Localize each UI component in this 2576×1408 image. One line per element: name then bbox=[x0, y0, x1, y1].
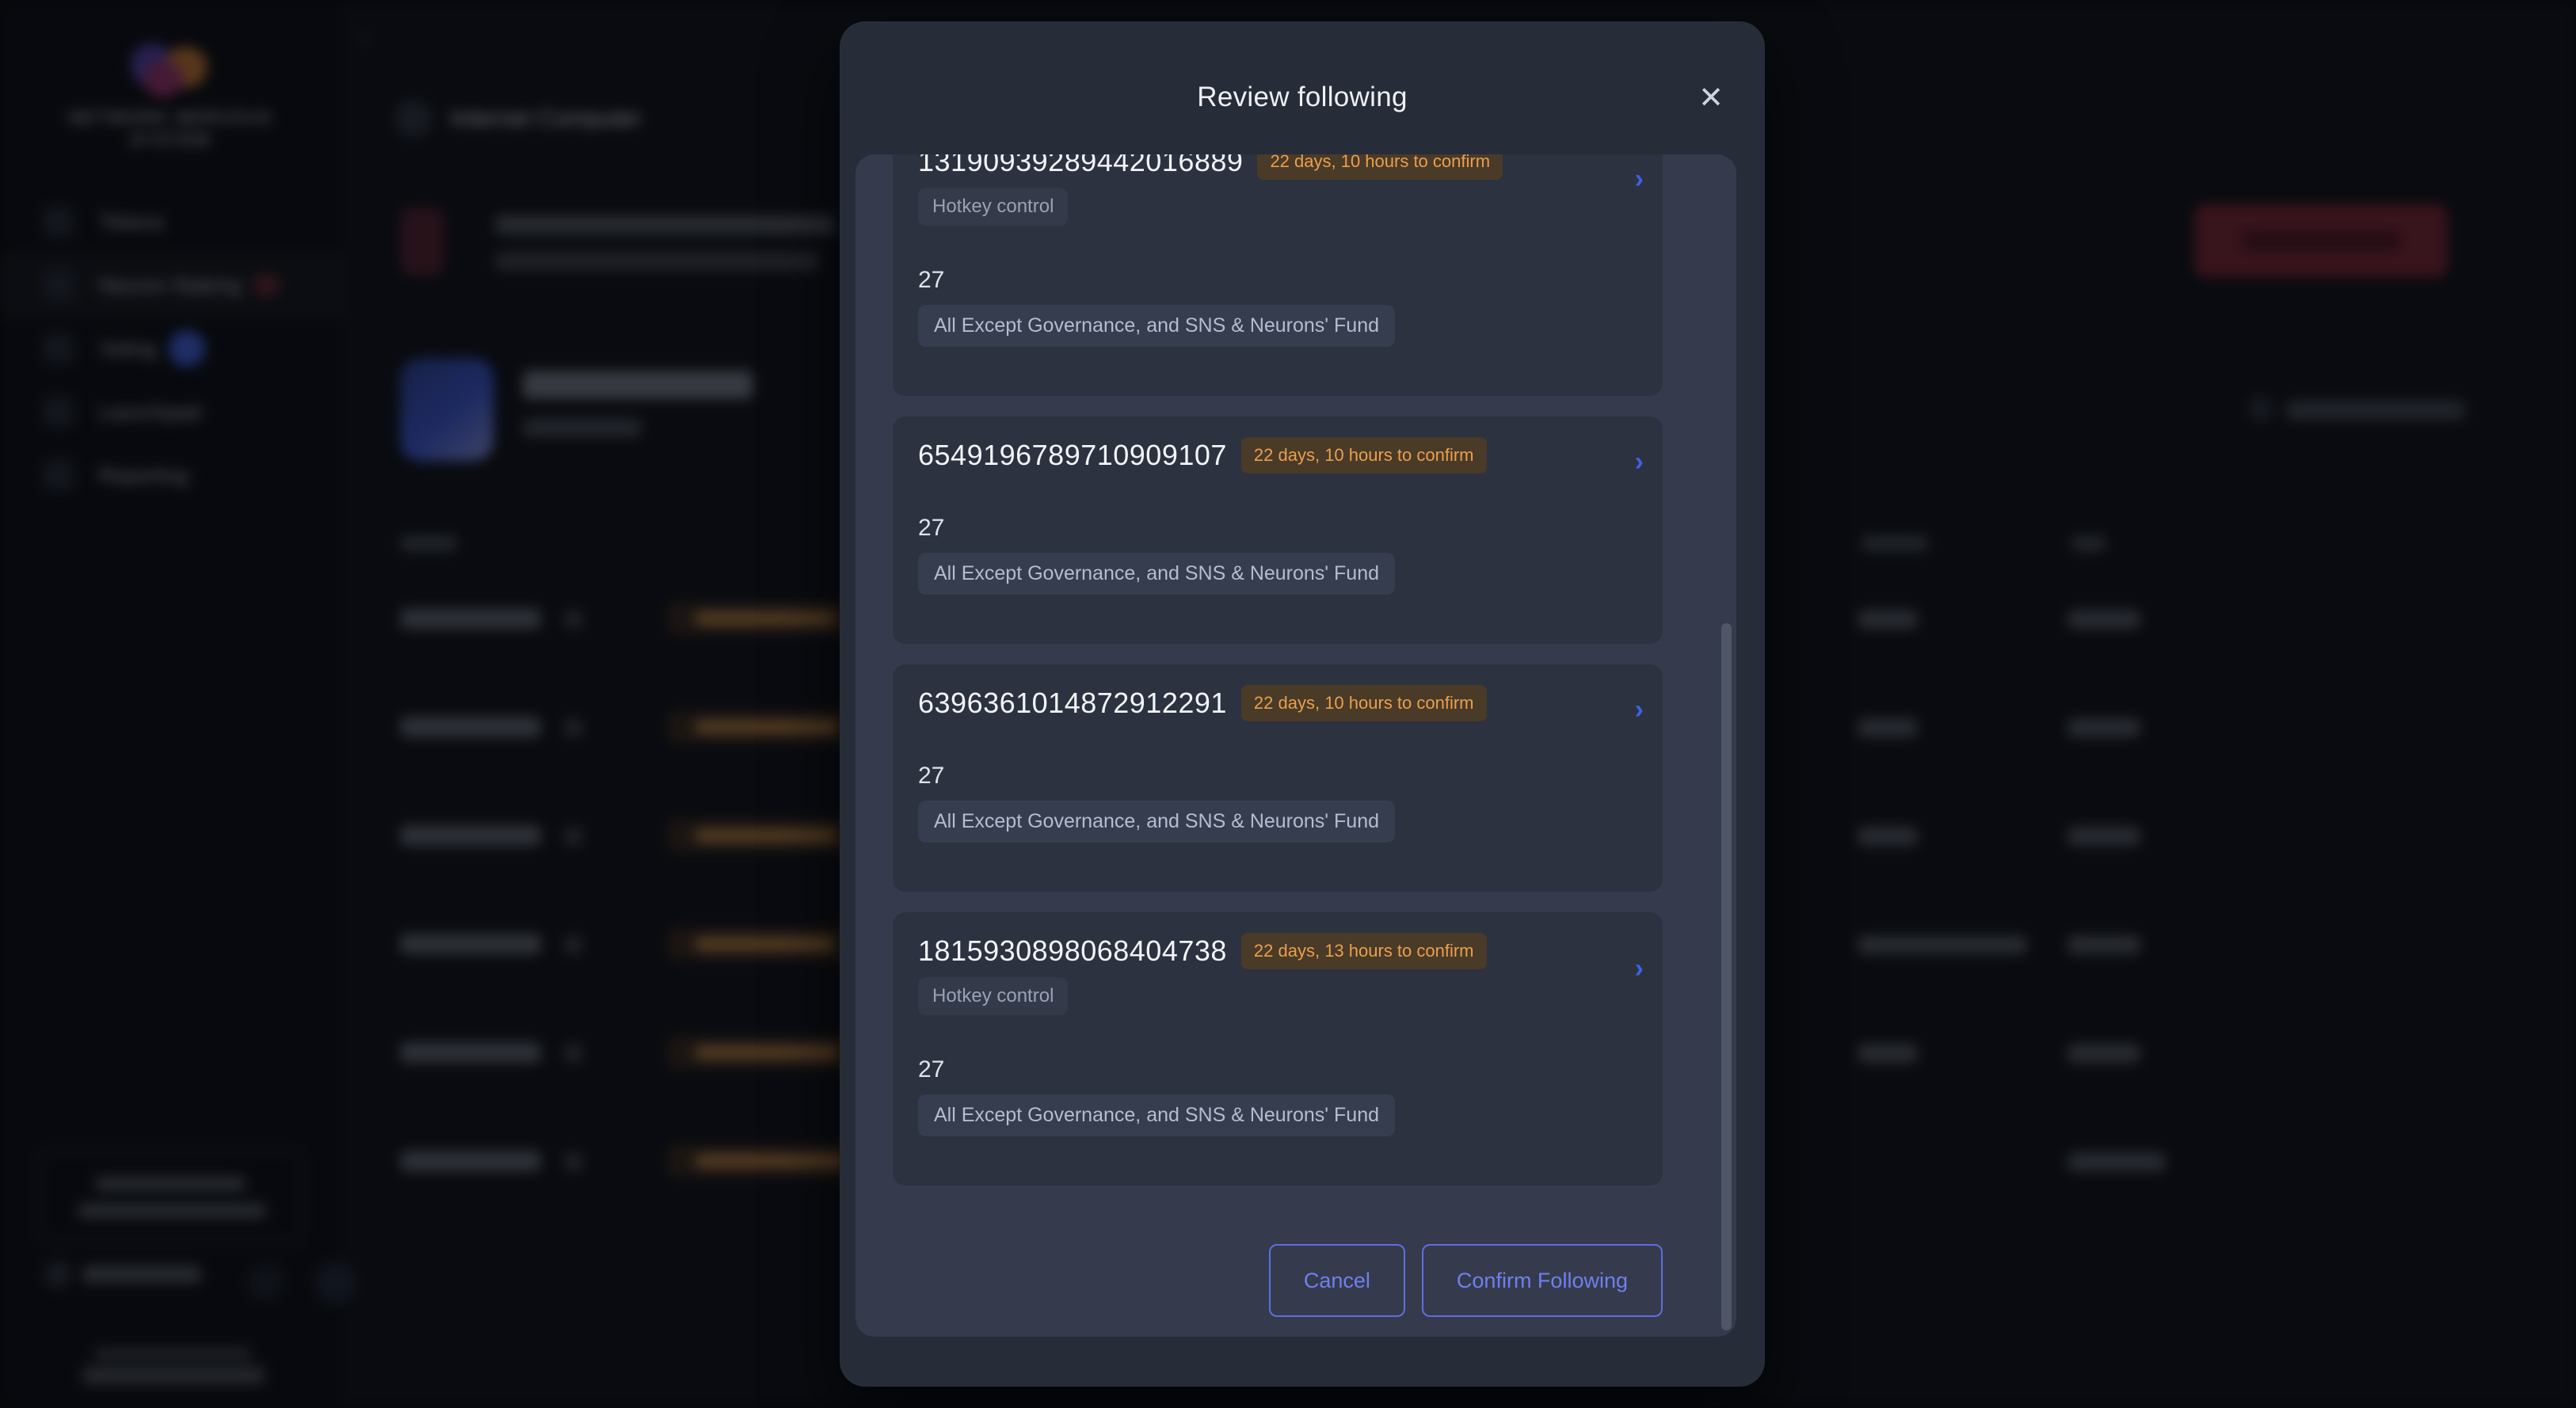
followee-count: 27 bbox=[918, 267, 1637, 294]
neuron-id: 1815930898068404738 bbox=[918, 934, 1227, 968]
hotkey-control-chip: Hotkey control bbox=[918, 188, 1068, 226]
chevron-right-icon[interactable]: › bbox=[1635, 448, 1644, 475]
chevron-right-icon[interactable]: › bbox=[1635, 166, 1644, 192]
confirm-deadline-badge: 22 days, 10 hours to confirm bbox=[1241, 437, 1487, 474]
confirm-deadline-badge: 22 days, 10 hours to confirm bbox=[1257, 154, 1503, 180]
cancel-button[interactable]: Cancel bbox=[1269, 1244, 1405, 1317]
neuron-id: 13190939289442016889 bbox=[918, 154, 1243, 178]
neuron-id: 6549196789710909107 bbox=[918, 439, 1227, 472]
followee-count: 27 bbox=[918, 1056, 1637, 1083]
chevron-right-icon[interactable]: › bbox=[1635, 696, 1644, 723]
followee-count: 27 bbox=[918, 763, 1637, 790]
topics-chip: All Except Governance, and SNS & Neurons… bbox=[918, 305, 1395, 347]
scrollbar-thumb[interactable] bbox=[1721, 623, 1732, 1330]
confirm-deadline-badge: 22 days, 13 hours to confirm bbox=[1241, 933, 1487, 969]
close-icon[interactable]: ✕ bbox=[1698, 83, 1724, 113]
neuron-id: 6396361014872912291 bbox=[918, 687, 1227, 720]
topics-chip: All Except Governance, and SNS & Neurons… bbox=[918, 801, 1395, 843]
neuron-card[interactable]: 6549196789710909107 22 days, 10 hours to… bbox=[893, 417, 1663, 644]
neuron-card-list: 13190939289442016889 22 days, 10 hours t… bbox=[855, 154, 1736, 1185]
neuron-card[interactable]: 6396361014872912291 22 days, 10 hours to… bbox=[893, 664, 1663, 892]
topics-chip: All Except Governance, and SNS & Neurons… bbox=[918, 1094, 1395, 1136]
chevron-right-icon[interactable]: › bbox=[1635, 955, 1644, 982]
confirm-following-button[interactable]: Confirm Following bbox=[1422, 1244, 1663, 1317]
dialog-footer: Cancel Confirm Following bbox=[855, 1244, 1736, 1317]
dialog-scroll-area[interactable]: 13190939289442016889 22 days, 10 hours t… bbox=[855, 154, 1736, 1337]
topics-chip: All Except Governance, and SNS & Neurons… bbox=[918, 553, 1395, 595]
review-following-dialog: Review following ✕ 13190939289442016889 … bbox=[840, 21, 1765, 1387]
confirm-deadline-badge: 22 days, 10 hours to confirm bbox=[1241, 685, 1487, 721]
neuron-card[interactable]: 1815930898068404738 22 days, 13 hours to… bbox=[893, 912, 1663, 1185]
screen: NETWORK NERVOUS SYSTEM TokensNeuron Stak… bbox=[0, 0, 2576, 1408]
hotkey-control-chip: Hotkey control bbox=[918, 977, 1068, 1015]
dialog-title: Review following bbox=[840, 82, 1765, 113]
neuron-card[interactable]: 13190939289442016889 22 days, 10 hours t… bbox=[893, 154, 1663, 396]
followee-count: 27 bbox=[918, 515, 1637, 542]
